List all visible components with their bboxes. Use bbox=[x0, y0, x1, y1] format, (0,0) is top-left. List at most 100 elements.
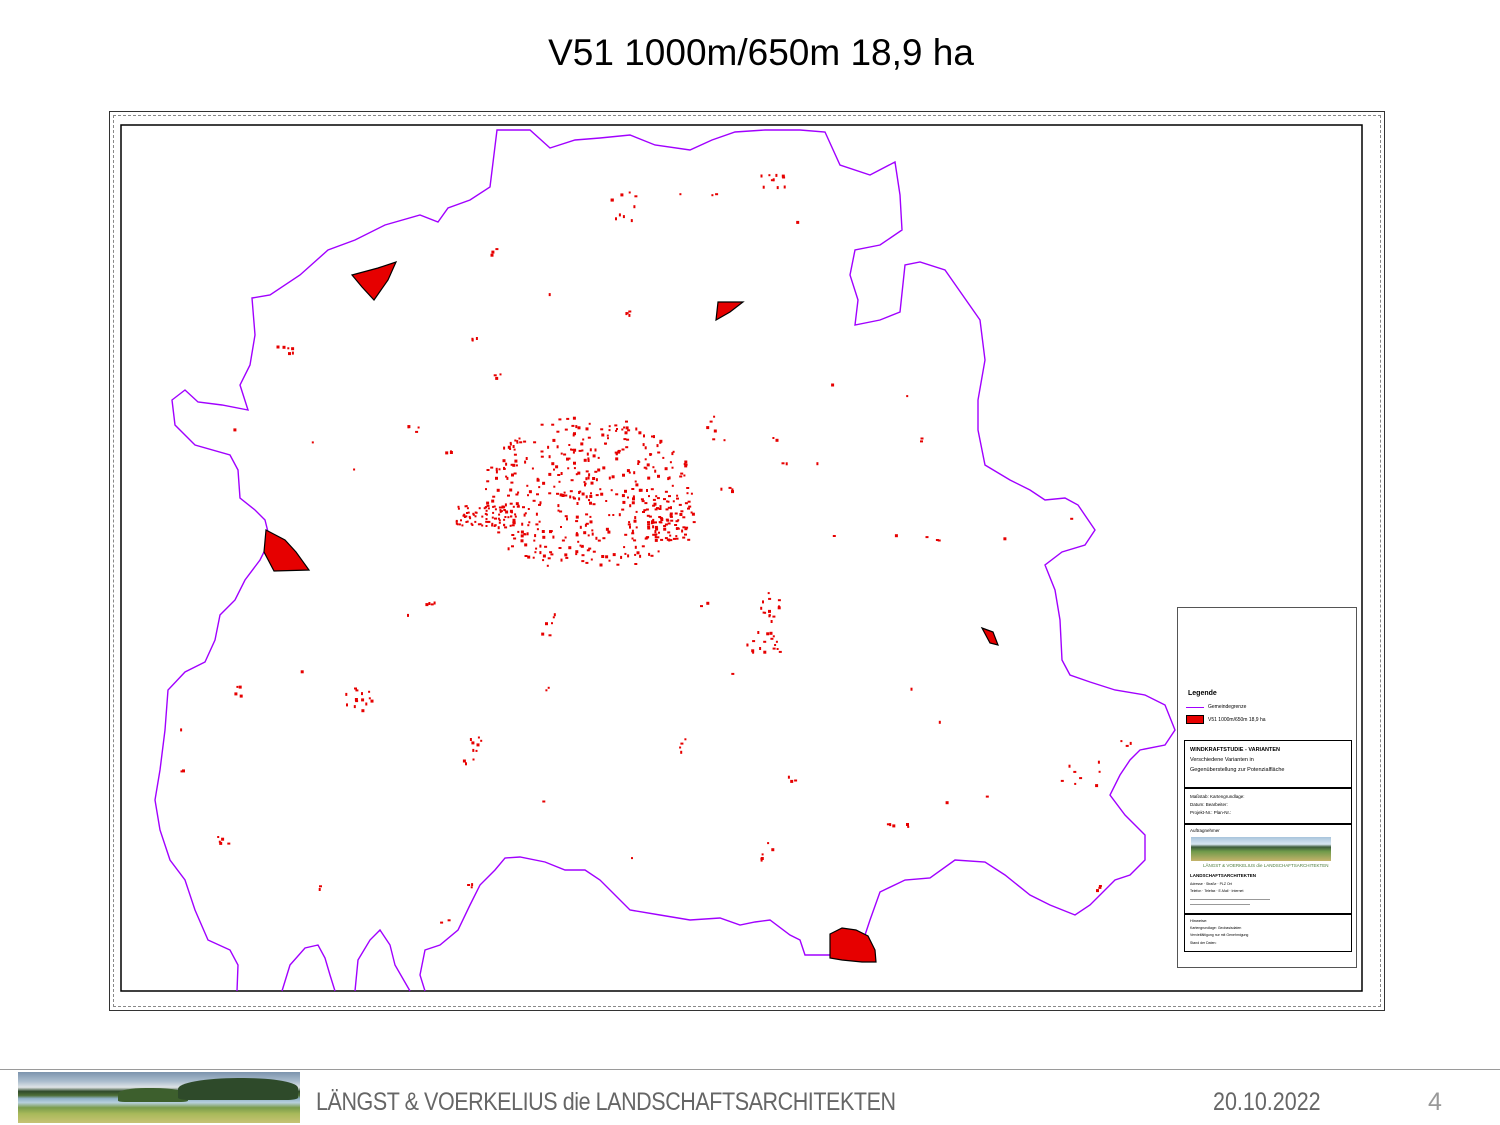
settlement-mark bbox=[542, 481, 546, 485]
page-number: 4 bbox=[1428, 1088, 1442, 1116]
settlement-mark bbox=[577, 426, 581, 430]
legend-item-label: Gemeindegrenze bbox=[1208, 704, 1247, 710]
settlement-mark bbox=[572, 433, 575, 437]
notes-line: Kartengrundlage: Geobasisdaten bbox=[1190, 926, 1242, 930]
settlement-mark bbox=[783, 185, 786, 189]
settlement-mark bbox=[633, 471, 636, 475]
settlement-mark bbox=[498, 506, 502, 509]
settlement-mark bbox=[712, 438, 716, 441]
settlement-mark bbox=[790, 779, 794, 783]
legend-item-label: V51 1000m/650m 18,9 ha bbox=[1208, 716, 1266, 723]
settlement-mark bbox=[605, 527, 609, 531]
settlement-mark bbox=[528, 490, 532, 494]
settlement-mark bbox=[679, 513, 683, 516]
potential-area-south bbox=[829, 927, 877, 963]
settlement-mark bbox=[682, 536, 686, 539]
settlement-mark bbox=[581, 544, 584, 547]
settlement-mark bbox=[491, 516, 494, 519]
settlement-mark bbox=[597, 468, 601, 472]
settlement-mark bbox=[669, 539, 673, 542]
settlement-mark bbox=[614, 451, 618, 454]
settlement-mark bbox=[300, 670, 304, 674]
settlement-mark bbox=[688, 505, 692, 508]
settlement-mark bbox=[365, 702, 368, 706]
settlement-mark bbox=[671, 484, 674, 487]
settlement-mark bbox=[581, 492, 585, 496]
settlement-mark bbox=[615, 493, 619, 496]
settlement-mark bbox=[564, 553, 568, 557]
settlement-mark bbox=[606, 434, 609, 437]
settlement-mark bbox=[512, 521, 515, 524]
settlement-mark bbox=[234, 692, 238, 696]
legend-panel: Legende Gemeindegrenze V51 1000m/650m 18… bbox=[1177, 607, 1357, 968]
settlement-mark bbox=[542, 554, 546, 558]
settlement-mark bbox=[485, 525, 488, 527]
settlement-mark bbox=[560, 452, 563, 455]
settlement-mark bbox=[361, 709, 365, 713]
settlement-mark bbox=[775, 173, 778, 177]
settlement-mark bbox=[686, 487, 690, 489]
settlement-mark bbox=[658, 516, 662, 518]
settlement-mark bbox=[654, 538, 658, 542]
settlement-mark bbox=[485, 509, 488, 512]
settlement-mark bbox=[634, 545, 637, 549]
settlement-mark bbox=[368, 697, 371, 700]
settlement-mark bbox=[1095, 784, 1099, 788]
settlement-mark bbox=[586, 452, 589, 456]
settlement-mark bbox=[633, 205, 636, 209]
settlement-mark bbox=[667, 500, 670, 503]
settlement-mark bbox=[542, 535, 546, 539]
settlement-mark bbox=[455, 522, 458, 525]
settlement-mark bbox=[647, 523, 651, 526]
settlement-mark bbox=[540, 455, 544, 458]
settlement-mark bbox=[527, 524, 530, 527]
settlement-mark bbox=[668, 495, 671, 498]
settlement-mark bbox=[602, 537, 606, 540]
settlement-mark bbox=[656, 444, 659, 448]
settlement-mark bbox=[514, 515, 517, 518]
settlement-mark bbox=[493, 505, 496, 508]
settlement-mark bbox=[648, 515, 652, 518]
settlement-mark bbox=[589, 501, 592, 505]
settlement-mark bbox=[615, 429, 618, 432]
settlement-mark bbox=[668, 476, 671, 480]
settlement-mark bbox=[581, 554, 585, 557]
settlement-mark bbox=[766, 632, 770, 636]
settlement-mark bbox=[621, 428, 624, 431]
settlement-mark bbox=[713, 429, 717, 433]
settlement-mark bbox=[675, 537, 679, 540]
settlement-mark bbox=[463, 516, 466, 518]
settlement-mark bbox=[500, 510, 503, 513]
settlement-mark bbox=[564, 494, 568, 497]
settlement-mark bbox=[552, 616, 555, 619]
settlement-mark bbox=[471, 741, 475, 745]
settlement-mark bbox=[503, 524, 506, 527]
potential-area-west bbox=[263, 529, 311, 572]
settlement-mark bbox=[579, 490, 582, 493]
settlement-mark bbox=[509, 502, 513, 505]
settlement-mark bbox=[589, 515, 592, 518]
settlement-mark bbox=[631, 488, 635, 490]
settlement-mark bbox=[503, 446, 506, 450]
settlement-mark bbox=[711, 194, 714, 197]
settlement-mark bbox=[472, 758, 475, 761]
settlement-mark bbox=[622, 473, 625, 477]
settlement-mark bbox=[527, 555, 531, 559]
settlement-mark bbox=[625, 312, 629, 315]
settlement-mark bbox=[894, 534, 898, 538]
settlement-mark bbox=[601, 555, 605, 558]
settlement-mark bbox=[657, 550, 660, 553]
settlement-mark bbox=[547, 557, 551, 560]
settlement-mark bbox=[1003, 537, 1007, 541]
settlement-mark bbox=[491, 499, 495, 503]
settlement-mark bbox=[527, 494, 529, 497]
settlement-mark bbox=[644, 502, 648, 505]
settlement-mark bbox=[667, 506, 671, 509]
settlement-mark bbox=[433, 601, 436, 605]
settlement-mark bbox=[238, 685, 242, 689]
settlement-mark bbox=[623, 438, 627, 441]
settlement-mark bbox=[461, 524, 464, 527]
settlement-mark bbox=[658, 531, 660, 534]
settlement-mark bbox=[318, 888, 321, 891]
settlement-mark bbox=[706, 426, 710, 430]
